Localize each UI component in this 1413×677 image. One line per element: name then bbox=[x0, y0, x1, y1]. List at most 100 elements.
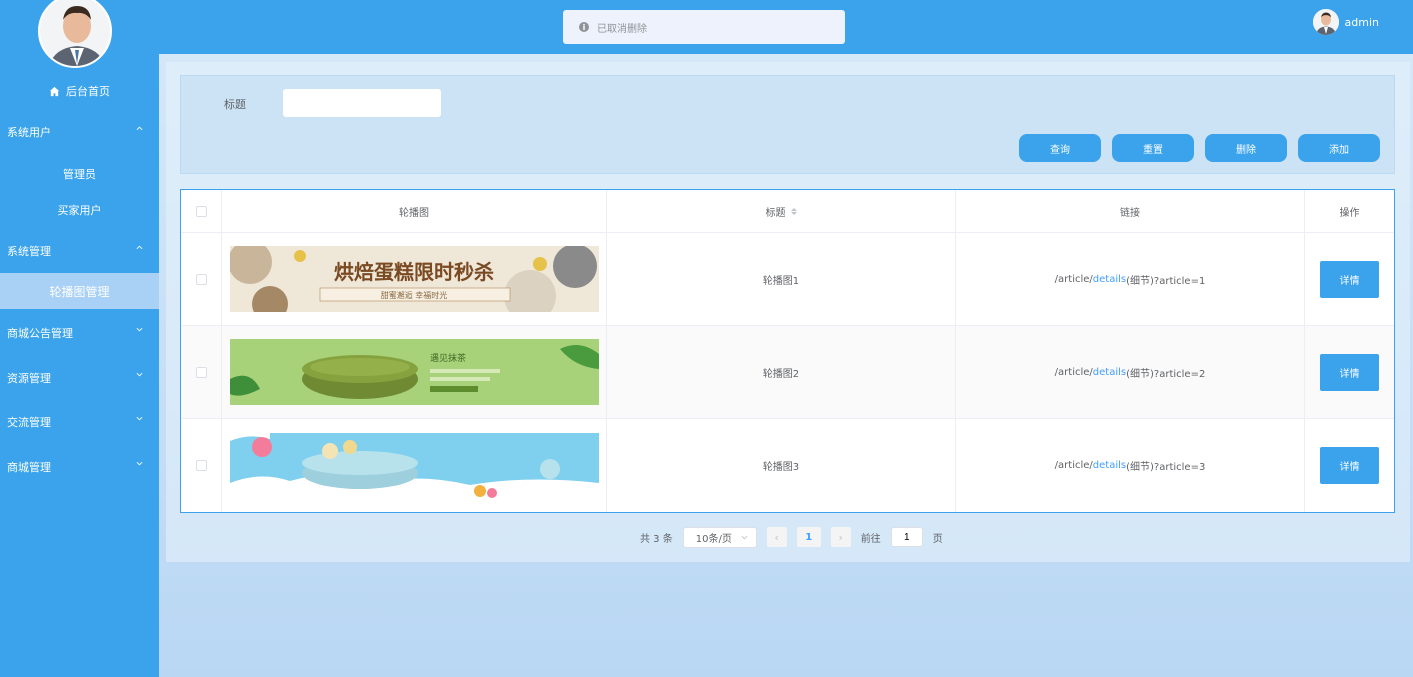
user-menu[interactable]: admin bbox=[1312, 9, 1379, 35]
pagination: 共 3 条 10条/页 ‹ 1 › 前往 页 bbox=[640, 526, 943, 548]
link-suffix: (细节)?article=3 bbox=[1126, 462, 1206, 473]
link-cell: /article/details (细节)?article=2 bbox=[956, 326, 1305, 418]
sidebar-group-resources[interactable]: 资源管理 bbox=[0, 360, 159, 396]
link-highlight: details bbox=[1092, 460, 1127, 471]
sidebar-item-home[interactable]: 后台首页 bbox=[0, 82, 159, 100]
chevron-down-icon bbox=[136, 416, 143, 421]
link-prefix: /article/ bbox=[1054, 273, 1093, 285]
banner-cell: 烘焙蛋糕限时秒杀 甜蜜邂逅 幸福时光 bbox=[222, 233, 607, 325]
sidebar-group-label: 系统管理 bbox=[7, 245, 51, 258]
sidebar-group-label: 交流管理 bbox=[7, 416, 51, 429]
carousel-table: 轮播图 标题 链接 操作 烘焙蛋糕限时秒杀 甜蜜邂逅 幸福时光 轮播图1 /ar… bbox=[180, 189, 1395, 513]
sidebar: 后台首页 系统用户 管理员 买家用户 系统管理 轮播图管理 商城公告管理 资源管… bbox=[0, 0, 159, 677]
sidebar-avatar bbox=[38, 0, 112, 68]
detail-button[interactable]: 详情 bbox=[1320, 353, 1379, 391]
svg-text:遇见抹茶: 遇见抹茶 bbox=[430, 352, 466, 364]
link-prefix: /article/ bbox=[1054, 366, 1093, 378]
detail-button[interactable]: 详情 bbox=[1320, 447, 1379, 484]
row-checkbox[interactable] bbox=[195, 273, 207, 285]
link-highlight: details bbox=[1092, 366, 1127, 378]
svg-text:烘焙蛋糕限时秒杀: 烘焙蛋糕限时秒杀 bbox=[334, 260, 494, 284]
sort-icon[interactable] bbox=[790, 207, 797, 215]
action-cell: 详情 bbox=[1305, 326, 1394, 418]
link-suffix: (细节)?article=2 bbox=[1126, 368, 1206, 380]
link-cell: /article/details (细节)?article=1 bbox=[956, 233, 1305, 325]
sidebar-group-system-users[interactable]: 系统用户 bbox=[0, 114, 159, 150]
action-cell: 详情 bbox=[1305, 419, 1394, 512]
header-select-cell bbox=[181, 190, 222, 232]
page-size-value: 10条/页 bbox=[695, 533, 732, 545]
sidebar-item-admin[interactable]: 管理员 bbox=[0, 156, 159, 192]
link-cell: /article/details (细节)?article=3 bbox=[956, 419, 1305, 512]
detail-button[interactable]: 详情 bbox=[1320, 260, 1379, 298]
sidebar-group-system-management[interactable]: 系统管理 bbox=[0, 233, 159, 269]
username: admin bbox=[1344, 15, 1379, 29]
toast-text: 已取消删除 bbox=[597, 23, 647, 35]
search-panel: 标题 查询 重置 删除 添加 bbox=[180, 75, 1395, 174]
title-search-input[interactable] bbox=[283, 89, 441, 117]
row-checkbox[interactable] bbox=[195, 460, 207, 471]
sidebar-group-label: 资源管理 bbox=[7, 372, 51, 385]
page-number-current[interactable]: 1 bbox=[796, 527, 821, 547]
select-all-checkbox[interactable] bbox=[195, 205, 207, 217]
sidebar-group-mall-notice[interactable]: 商城公告管理 bbox=[0, 315, 159, 351]
top-bar: i 已取消删除 admin bbox=[159, 0, 1413, 54]
table-row: 遇见抹茶 轮播图2 /article/details (细节)?article=2… bbox=[181, 326, 1394, 419]
sidebar-item-label: 买家用户 bbox=[57, 204, 102, 217]
banner-cell: 遇见抹茶 bbox=[222, 326, 607, 418]
title-cell: 轮播图1 bbox=[607, 233, 956, 325]
next-page-button[interactable]: › bbox=[830, 527, 851, 547]
title-cell: 轮播图2 bbox=[607, 326, 956, 418]
total-count: 共 3 条 bbox=[640, 533, 673, 545]
reset-button[interactable]: 重置 bbox=[1112, 134, 1194, 162]
column-header-actions: 操作 bbox=[1339, 207, 1360, 219]
column-header-link: 链接 bbox=[956, 190, 1305, 232]
sidebar-item-home-label: 后台首页 bbox=[66, 85, 110, 98]
goto-page-input[interactable] bbox=[890, 527, 923, 547]
row-select-cell bbox=[181, 233, 222, 325]
svg-text:甜蜜邂逅 幸福时光: 甜蜜邂逅 幸福时光 bbox=[380, 290, 447, 300]
row-select-cell bbox=[181, 419, 222, 512]
banner-image: 烘焙蛋糕限时秒杀 甜蜜邂逅 幸福时光 bbox=[229, 246, 599, 312]
chevron-down-icon bbox=[136, 461, 143, 466]
table-header: 轮播图 标题 链接 操作 bbox=[181, 190, 1394, 233]
table-row: 轮播图3 /article/details (细节)?article=3 详情 bbox=[181, 419, 1394, 512]
page-size-select[interactable]: 10条/页 bbox=[682, 526, 757, 548]
sidebar-group-label: 商城公告管理 bbox=[7, 327, 73, 340]
table-row: 烘焙蛋糕限时秒杀 甜蜜邂逅 幸福时光 轮播图1 /article/details… bbox=[181, 233, 1394, 326]
banner-image bbox=[229, 432, 599, 499]
chevron-down-icon bbox=[136, 327, 143, 332]
delete-button[interactable]: 删除 bbox=[1205, 134, 1287, 162]
column-header-banner: 轮播图 bbox=[222, 190, 607, 232]
banner-cell bbox=[222, 419, 607, 512]
sidebar-item-buyer-users[interactable]: 买家用户 bbox=[0, 192, 159, 228]
sidebar-group-label: 系统用户 bbox=[7, 126, 51, 139]
sidebar-item-label: 轮播图管理 bbox=[49, 284, 110, 299]
sidebar-group-label: 商城管理 bbox=[7, 461, 51, 474]
info-icon: i bbox=[579, 22, 589, 32]
link-prefix: /article/ bbox=[1054, 460, 1093, 471]
avatar bbox=[1312, 9, 1339, 35]
title-cell: 轮播图3 bbox=[607, 419, 956, 512]
home-icon bbox=[49, 86, 60, 96]
link-highlight: details bbox=[1092, 273, 1127, 285]
page-unit-label: 页 bbox=[932, 533, 943, 545]
link-suffix: (细节)?article=1 bbox=[1126, 275, 1206, 287]
action-cell: 详情 bbox=[1305, 233, 1394, 325]
column-header-title-label: 标题 bbox=[765, 207, 786, 219]
main-content: 标题 查询 重置 删除 添加 轮播图 标题 链接 操作 烘焙蛋糕限时秒杀 甜蜜邂… bbox=[166, 62, 1410, 562]
prev-page-button[interactable]: ‹ bbox=[766, 527, 787, 547]
sidebar-item-label: 管理员 bbox=[63, 168, 96, 181]
add-button[interactable]: 添加 bbox=[1298, 134, 1380, 162]
column-header-title[interactable]: 标题 bbox=[607, 190, 956, 232]
sidebar-item-carousel-management[interactable]: 轮播图管理 bbox=[0, 273, 159, 309]
query-button[interactable]: 查询 bbox=[1019, 134, 1101, 162]
row-select-cell bbox=[181, 326, 222, 418]
chevron-down-icon bbox=[741, 535, 748, 539]
chevron-up-icon bbox=[136, 126, 143, 131]
chevron-down-icon bbox=[136, 372, 143, 377]
sidebar-group-communication[interactable]: 交流管理 bbox=[0, 404, 159, 440]
goto-label: 前往 bbox=[860, 533, 881, 545]
sidebar-group-mall[interactable]: 商城管理 bbox=[0, 449, 159, 485]
row-checkbox[interactable] bbox=[195, 366, 207, 378]
